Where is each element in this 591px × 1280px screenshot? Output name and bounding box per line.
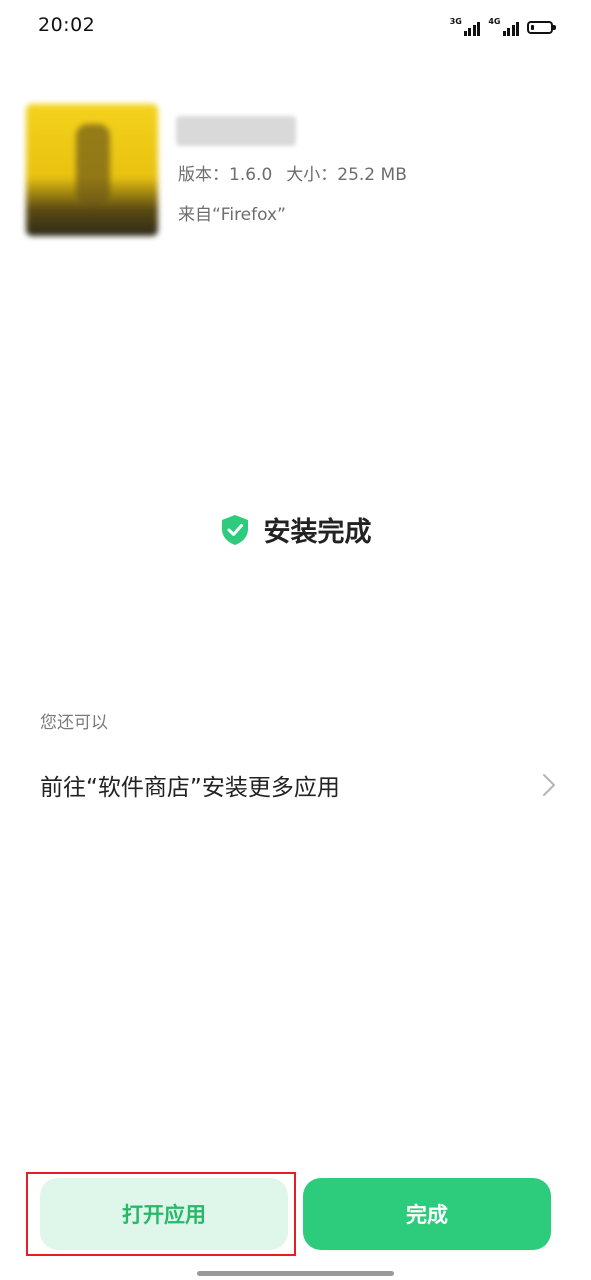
store-link-text: 前往“软件商店”安装更多应用 [40, 775, 340, 801]
status-icons: 3G 4G [450, 16, 556, 36]
signal-4g-icon: 4G [488, 18, 519, 36]
net-label-4g: 4G [488, 17, 501, 26]
install-complete-text: 安装完成 [263, 517, 372, 548]
signal-3g-icon: 3G [450, 18, 481, 36]
install-complete: 安装完成 [0, 510, 591, 549]
app-meta: 版本：1.6.0 大小：25.2 MB [178, 160, 421, 185]
chevron-right-icon [543, 774, 555, 796]
app-source: 来自“Firefox” [178, 205, 286, 225]
app-version: 版本：1.6.0 [178, 165, 273, 185]
done-button[interactable]: 完成 [303, 1178, 551, 1250]
status-time: 20:02 [38, 14, 96, 36]
app-icon [26, 104, 158, 236]
shield-check-icon [221, 514, 248, 545]
status-bar: 20:02 3G 4G [0, 0, 591, 52]
app-size: 大小：25.2 MB [286, 165, 407, 185]
app-name-blurred [176, 116, 296, 146]
highlight-box [26, 1172, 296, 1256]
home-indicator[interactable] [197, 1271, 394, 1276]
store-link-row[interactable]: 前往“软件商店”安装更多应用 [40, 760, 556, 810]
battery-icon [527, 21, 556, 34]
net-label-3g: 3G [449, 17, 462, 26]
also-label: 您还可以 [40, 713, 108, 733]
app-info: 版本：1.6.0 大小：25.2 MB 来自“Firefox” [26, 104, 566, 238]
